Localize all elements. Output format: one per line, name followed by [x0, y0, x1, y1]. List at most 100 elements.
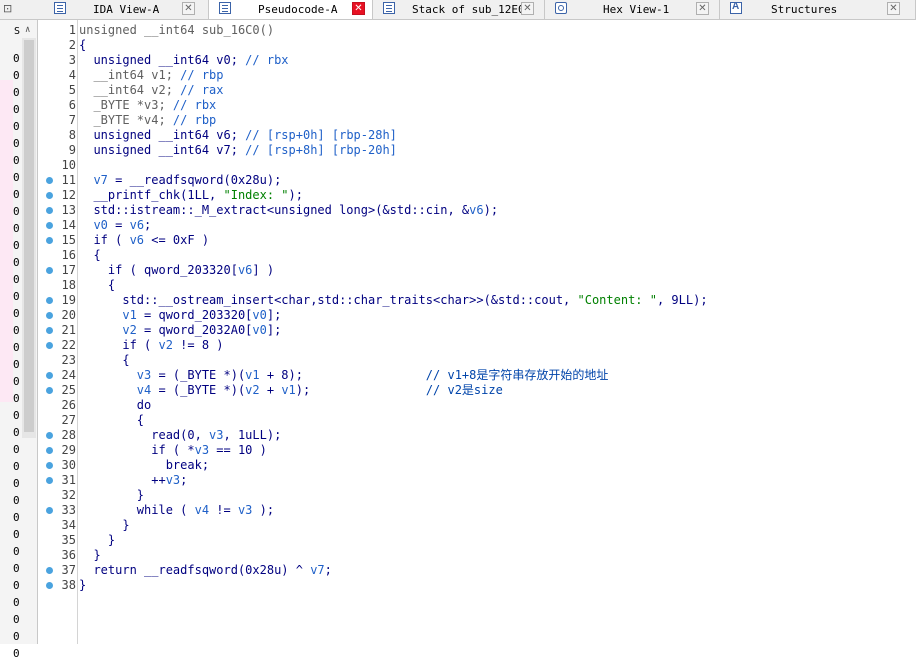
code-token: }	[79, 488, 145, 502]
tab-structures[interactable]: Structures ✕	[720, 0, 916, 19]
code-token: __printf_chk(1LL,	[79, 188, 224, 202]
gutter-separator	[77, 20, 78, 644]
code-token: break;	[79, 458, 210, 472]
code-token: if (	[79, 233, 130, 247]
ida-view-icon	[54, 2, 66, 14]
left-panel-value: 0	[13, 188, 20, 201]
code-text: v0 = v6;	[79, 218, 151, 233]
breakpoint-dot-icon[interactable]	[46, 297, 53, 304]
tab-ida-view-a[interactable]: IDA View-A ✕	[44, 0, 209, 19]
code-token: v0	[93, 218, 108, 232]
breakpoint-dot-icon[interactable]	[46, 237, 53, 244]
left-panel-value: 0	[13, 120, 20, 133]
breakpoint-dot-icon[interactable]	[46, 177, 53, 184]
breakpoint-dot-icon[interactable]	[46, 327, 53, 334]
pseudocode-view[interactable]: 1 unsigned __int64 sub_16C0() 2{3 unsigned…	[38, 20, 916, 644]
code-token: v6	[469, 203, 484, 217]
breakpoint-dot-icon[interactable]	[46, 507, 53, 514]
breakpoint-dot-icon[interactable]	[46, 372, 53, 379]
line-number: 33	[61, 503, 76, 517]
code-token: = (_BYTE *)(	[151, 368, 246, 382]
stack-icon	[383, 2, 395, 14]
line-number: 32	[61, 488, 76, 502]
close-tab-icon[interactable]: ✕	[521, 2, 534, 15]
tab-label: IDA View-A	[93, 3, 160, 16]
code-text: v4 = (_BYTE *)(v2 + v1); // v2是size	[79, 383, 503, 398]
breakpoint-dot-icon[interactable]	[46, 567, 53, 574]
breakpoint-dot-icon[interactable]	[46, 447, 53, 454]
code-token: __int64 v2;	[79, 83, 181, 97]
code-token: !=	[209, 503, 238, 517]
code-token: return __readfsqword(0x28u) ^	[79, 563, 311, 577]
scrollbar-thumb[interactable]	[24, 40, 34, 432]
code-token: v6	[129, 218, 145, 232]
left-panel-value: 0	[13, 86, 20, 99]
left-panel-value: 0	[13, 358, 20, 371]
left-panel-value: 0	[13, 647, 20, 660]
breakpoint-dot-icon[interactable]	[46, 207, 53, 214]
line-number: 2	[68, 38, 76, 52]
line-number: 31	[61, 473, 76, 487]
close-tab-icon[interactable]: ✕	[352, 2, 365, 15]
breakpoint-dot-icon[interactable]	[46, 432, 53, 439]
code-token: v2	[122, 323, 137, 337]
left-panel-value: 0	[13, 392, 20, 405]
breakpoint-dot-icon[interactable]	[46, 222, 53, 229]
code-token: ] )	[252, 263, 275, 277]
code-token: {	[79, 248, 101, 262]
breakpoint-dot-icon[interactable]	[46, 582, 53, 589]
code-token: , 1uLL);	[223, 428, 282, 442]
line-number: 27	[61, 413, 76, 427]
tab-hex-view-1[interactable]: Hex View-1 ✕	[545, 0, 720, 19]
code-token: v2	[158, 338, 173, 352]
line-number: 9	[68, 143, 76, 157]
code-token: if ( qword_203320[	[79, 263, 238, 277]
code-token: v3	[165, 473, 181, 487]
left-panel-value: 0	[13, 52, 20, 65]
left-panel-value: 0	[13, 103, 20, 116]
line-number: 30	[61, 458, 76, 472]
code-token: }	[79, 518, 130, 532]
code-text: _BYTE *v3; // rbx	[79, 98, 216, 113]
line-number: 1	[68, 23, 76, 37]
code-token: ++	[79, 473, 166, 487]
code-token: v4	[194, 503, 210, 517]
tab-pseudocode-a[interactable]: Pseudocode-A ✕	[209, 0, 373, 19]
close-tab-icon[interactable]: ✕	[182, 2, 195, 15]
close-tab-icon[interactable]: ✕	[887, 2, 900, 15]
breakpoint-dot-icon[interactable]	[46, 312, 53, 319]
code-token: unsigned __int64 sub_16C0()	[79, 23, 275, 37]
code-token: v3	[136, 368, 152, 382]
code-text: {	[79, 413, 144, 428]
code-token: // [rsp+8h] [rbp-20h]	[245, 143, 397, 157]
pin-icon[interactable]: ⊡	[3, 2, 12, 15]
left-panel-value: 0	[13, 273, 20, 286]
breakpoint-dot-icon[interactable]	[46, 342, 53, 349]
code-token: // rbx	[245, 53, 289, 67]
sort-caret-icon[interactable]: ∧	[25, 25, 30, 35]
tab-label: Hex View-1	[603, 3, 670, 16]
line-number: 16	[61, 248, 76, 262]
code-token: _BYTE *v4;	[79, 113, 173, 127]
code-token: std::__ostream_insert<char,std::char_tra…	[79, 293, 578, 307]
breakpoint-dot-icon[interactable]	[46, 387, 53, 394]
hex-view-icon	[555, 2, 567, 14]
breakpoint-dot-icon[interactable]	[46, 462, 53, 469]
breakpoint-dot-icon[interactable]	[46, 192, 53, 199]
line-number: 22	[61, 338, 76, 352]
code-text: if ( qword_203320[v6] )	[79, 263, 274, 278]
breakpoint-dot-icon[interactable]	[46, 267, 53, 274]
code-text: if ( v2 != 8 )	[79, 338, 223, 353]
left-panel-value: 0	[13, 409, 20, 422]
close-tab-icon[interactable]: ✕	[696, 2, 709, 15]
code-token: = qword_2032A0[	[136, 323, 253, 337]
breakpoint-dot-icon[interactable]	[46, 477, 53, 484]
code-token: unsigned __int64 v6;	[79, 128, 246, 142]
code-token: {	[79, 353, 130, 367]
left-panel-value: 0	[13, 630, 20, 643]
tab-stack-of-sub-12e0[interactable]: Stack of sub_12E0 ✕	[373, 0, 545, 19]
left-panel-tab[interactable]: ⊡	[0, 0, 30, 19]
code-token: do	[79, 398, 152, 412]
